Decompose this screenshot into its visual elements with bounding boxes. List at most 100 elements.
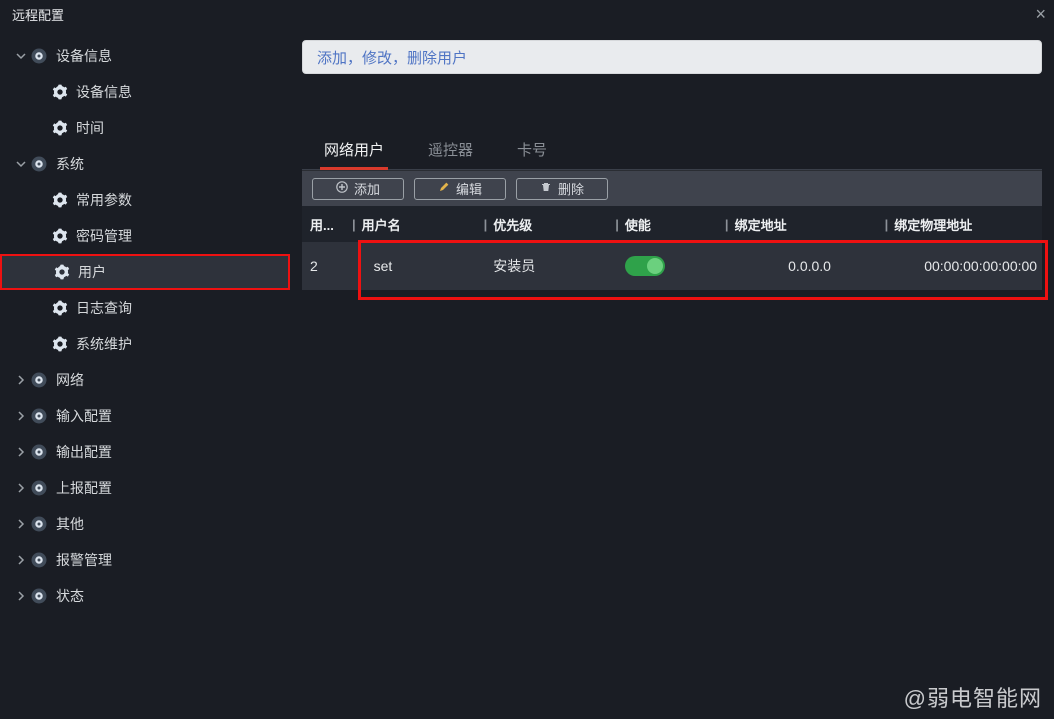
sidebar-group-label: 状态	[56, 586, 84, 606]
column-separator: |	[484, 217, 494, 232]
sidebar-item-log-query[interactable]: 日志查询	[0, 290, 290, 326]
sidebar-group-label: 输出配置	[56, 442, 112, 462]
edit-button[interactable]: 编辑	[414, 178, 506, 200]
tab-label: 网络用户	[324, 139, 384, 160]
plus-icon	[336, 181, 348, 196]
table-header: 用... | 用户名 | 优先级 | 使能 | 绑定地址 | 绑定物理地址	[302, 206, 1042, 242]
sidebar-group-output-config[interactable]: 输出配置	[0, 434, 290, 470]
sidebar-group-device-info[interactable]: 设备信息	[0, 38, 290, 74]
sidebar-group-label: 设备信息	[56, 46, 112, 66]
gear-icon	[30, 587, 48, 605]
sidebar-item-label: 时间	[76, 118, 104, 138]
titlebar: 远程配置 ×	[0, 0, 1054, 28]
gear-icon	[30, 47, 48, 65]
tab-network-user[interactable]: 网络用户	[302, 129, 406, 169]
sidebar-item-time[interactable]: 时间	[0, 110, 290, 146]
cell-username: set	[362, 258, 484, 274]
th-bind-mac: 绑定物理地址	[894, 215, 1042, 234]
sidebar-group-status[interactable]: 状态	[0, 578, 290, 614]
th-index: 用...	[310, 215, 352, 234]
sidebar-item-label: 日志查询	[76, 298, 132, 318]
caret-right-icon	[14, 375, 28, 385]
caret-right-icon	[14, 591, 28, 601]
add-button[interactable]: 添加	[312, 178, 404, 200]
sidebar-item-label: 密码管理	[76, 226, 132, 246]
banner-text: 添加，修改，删除用户	[317, 47, 467, 68]
gear-icon	[52, 228, 68, 244]
sidebar-item-common-params[interactable]: 常用参数	[0, 182, 290, 218]
enable-toggle[interactable]	[625, 256, 665, 276]
button-label: 删除	[558, 179, 584, 198]
sidebar-group-label: 系统	[56, 154, 84, 174]
tab-label: 遥控器	[428, 139, 473, 160]
sidebar-item-label: 设备信息	[76, 82, 132, 102]
tab-remote[interactable]: 遥控器	[406, 129, 495, 169]
th-username: 用户名	[362, 215, 484, 234]
cell-bind-mac: 00:00:00:00:00:00	[894, 258, 1042, 274]
table-row[interactable]: 2 | set | 安装员 | | 0.0.0.0 | 00:00:00:00:…	[302, 242, 1042, 290]
sidebar-group-label: 网络	[56, 370, 84, 390]
trash-icon	[540, 181, 552, 196]
cell-bind-ip: 0.0.0.0	[735, 258, 885, 274]
sidebar-group-network[interactable]: 网络	[0, 362, 290, 398]
tabs: 网络用户 遥控器 卡号	[302, 130, 1042, 170]
sidebar: 设备信息 设备信息 时间 系统	[0, 28, 290, 719]
caret-right-icon	[14, 447, 28, 457]
close-icon[interactable]: ×	[1035, 5, 1046, 23]
gear-icon	[54, 264, 70, 280]
gear-icon	[30, 515, 48, 533]
sidebar-item-label: 用户	[78, 262, 106, 282]
sidebar-group-report-config[interactable]: 上报配置	[0, 470, 290, 506]
sidebar-item-device-info[interactable]: 设备信息	[0, 74, 290, 110]
sidebar-group-input-config[interactable]: 输入配置	[0, 398, 290, 434]
th-bind-ip: 绑定地址	[735, 215, 885, 234]
sidebar-item-user[interactable]: 用户	[0, 254, 290, 290]
gear-icon	[52, 300, 68, 316]
sidebar-group-label: 报警管理	[56, 550, 112, 570]
th-priority: 优先级	[493, 215, 615, 234]
sidebar-item-label: 系统维护	[76, 334, 132, 354]
caret-right-icon	[14, 519, 28, 529]
gear-icon	[30, 407, 48, 425]
caret-down-icon	[14, 51, 28, 61]
gear-icon	[30, 371, 48, 389]
cell-enable	[625, 256, 725, 276]
column-separator: |	[725, 217, 735, 232]
delete-button[interactable]: 删除	[516, 178, 608, 200]
sidebar-item-password-mgmt[interactable]: 密码管理	[0, 218, 290, 254]
gear-icon	[52, 120, 68, 136]
gear-icon	[52, 192, 68, 208]
content: 添加，修改，删除用户 网络用户 遥控器 卡号 添加	[290, 28, 1054, 719]
watermark: @弱电智能网	[904, 681, 1042, 713]
sidebar-group-alarm-mgmt[interactable]: 报警管理	[0, 542, 290, 578]
caret-down-icon	[14, 159, 28, 169]
th-enable: 使能	[625, 215, 725, 234]
gear-icon	[52, 84, 68, 100]
button-label: 添加	[354, 179, 380, 198]
window-title: 远程配置	[12, 5, 64, 24]
sidebar-group-label: 输入配置	[56, 406, 112, 426]
column-separator: |	[615, 217, 625, 232]
sidebar-group-other[interactable]: 其他	[0, 506, 290, 542]
sidebar-item-system-maintenance[interactable]: 系统维护	[0, 326, 290, 362]
pencil-icon	[438, 181, 450, 196]
sidebar-group-label: 其他	[56, 514, 84, 534]
cell-priority: 安装员	[493, 256, 615, 276]
tab-card[interactable]: 卡号	[495, 129, 569, 169]
caret-right-icon	[14, 411, 28, 421]
sidebar-item-label: 常用参数	[76, 190, 132, 210]
sidebar-group-system[interactable]: 系统	[0, 146, 290, 182]
cell-index: 2	[310, 258, 352, 274]
page-banner: 添加，修改，删除用户	[302, 40, 1042, 74]
gear-icon	[52, 336, 68, 352]
caret-right-icon	[14, 483, 28, 493]
gear-icon	[30, 479, 48, 497]
gear-icon	[30, 155, 48, 173]
caret-right-icon	[14, 555, 28, 565]
gear-icon	[30, 551, 48, 569]
button-label: 编辑	[456, 179, 482, 198]
sidebar-group-label: 上报配置	[56, 478, 112, 498]
toolbar: 添加 编辑 删除	[302, 170, 1042, 206]
tab-label: 卡号	[517, 139, 547, 160]
toggle-knob	[647, 258, 663, 274]
